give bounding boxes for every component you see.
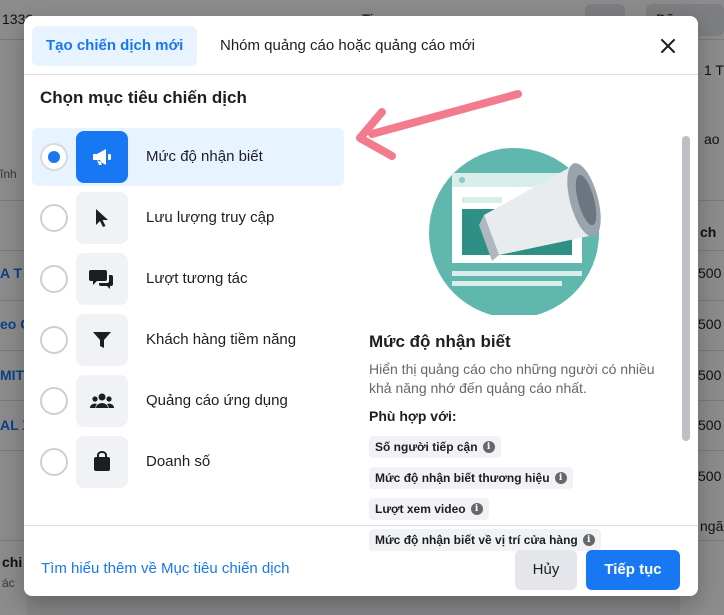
detail-title: Mức độ nhận biết: [369, 332, 511, 351]
info-icon[interactable]: i: [482, 441, 495, 453]
fit-chip: Lượt xem video i: [369, 498, 489, 520]
chat-bubbles-icon: [76, 253, 128, 305]
section-title: Chọn mục tiêu chiến dịch: [40, 88, 247, 107]
objective-radio[interactable]: [40, 204, 68, 232]
cursor-icon: [76, 192, 128, 244]
tab-new-adset-or-ad[interactable]: Nhóm quảng cáo hoặc quảng cáo mới: [206, 26, 489, 66]
fit-chip: Mức độ nhận biết thương hiệu i: [369, 467, 573, 489]
objective-awareness[interactable]: Mức độ nhận biết: [32, 128, 344, 186]
objective-traffic[interactable]: Lưu lượng truy cập: [32, 189, 344, 247]
create-campaign-dialog: Tạo chiến dịch mới Nhóm quảng cáo hoặc q…: [24, 16, 698, 596]
chip-label: Số người tiếp cận: [375, 440, 478, 454]
objective-sales[interactable]: Doanh số: [32, 433, 344, 491]
objective-radio[interactable]: [40, 265, 68, 293]
objective-label: Khách hàng tiềm năng: [146, 331, 297, 348]
info-icon[interactable]: i: [470, 503, 483, 515]
objective-radio[interactable]: [40, 387, 68, 415]
close-icon: [661, 39, 675, 53]
objective-radio[interactable]: [40, 143, 68, 171]
people-icon: [76, 375, 128, 427]
detail-description: Hiển thị quảng cáo cho những người có nh…: [369, 361, 655, 396]
detail-fit-label: Phù hợp với:: [369, 408, 457, 424]
dialog-header: Tạo chiến dịch mới Nhóm quảng cáo hoặc q…: [24, 16, 698, 75]
objective-radio[interactable]: [40, 448, 68, 476]
megaphone-icon: [76, 131, 128, 183]
objective-label: Doanh số: [146, 453, 211, 470]
objective-app-promotion[interactable]: Quảng cáo ứng dụng: [32, 372, 344, 430]
info-icon[interactable]: i: [554, 472, 567, 484]
funnel-icon: [76, 314, 128, 366]
objective-radio[interactable]: [40, 326, 68, 354]
cancel-button[interactable]: Hủy: [515, 550, 577, 590]
objective-detail-panel: Mức độ nhận biết Hiển thị quảng cáo cho …: [364, 75, 664, 551]
objective-list-panel: Chọn mục tiêu chiến dịch Mức độ nhận biế…: [24, 75, 354, 525]
fit-chip: Số người tiếp cận i: [369, 436, 501, 458]
chip-label: Lượt xem video: [375, 502, 466, 516]
objective-leads[interactable]: Khách hàng tiềm năng: [32, 311, 344, 369]
shopping-bag-icon: [76, 436, 128, 488]
continue-button[interactable]: Tiếp tục: [586, 550, 680, 590]
dialog-footer: Tìm hiểu thêm về Mục tiêu chiến dịch Hủy…: [24, 525, 698, 596]
chip-label: Mức độ nhận biết thương hiệu: [375, 471, 550, 485]
megaphone-illustration: [429, 148, 601, 315]
objective-label: Quảng cáo ứng dụng: [146, 392, 288, 409]
detail-scrollbar[interactable]: [682, 136, 690, 441]
close-button[interactable]: [652, 30, 684, 62]
objective-label: Mức độ nhận biết: [146, 148, 263, 165]
tab-new-campaign[interactable]: Tạo chiến dịch mới: [32, 26, 198, 66]
objective-label: Lưu lượng truy cập: [146, 209, 275, 226]
learn-more-link[interactable]: Tìm hiểu thêm về Mục tiêu chiến dịch: [41, 560, 289, 577]
objective-label: Lượt tương tác: [146, 270, 248, 287]
objective-engagement[interactable]: Lượt tương tác: [32, 250, 344, 308]
